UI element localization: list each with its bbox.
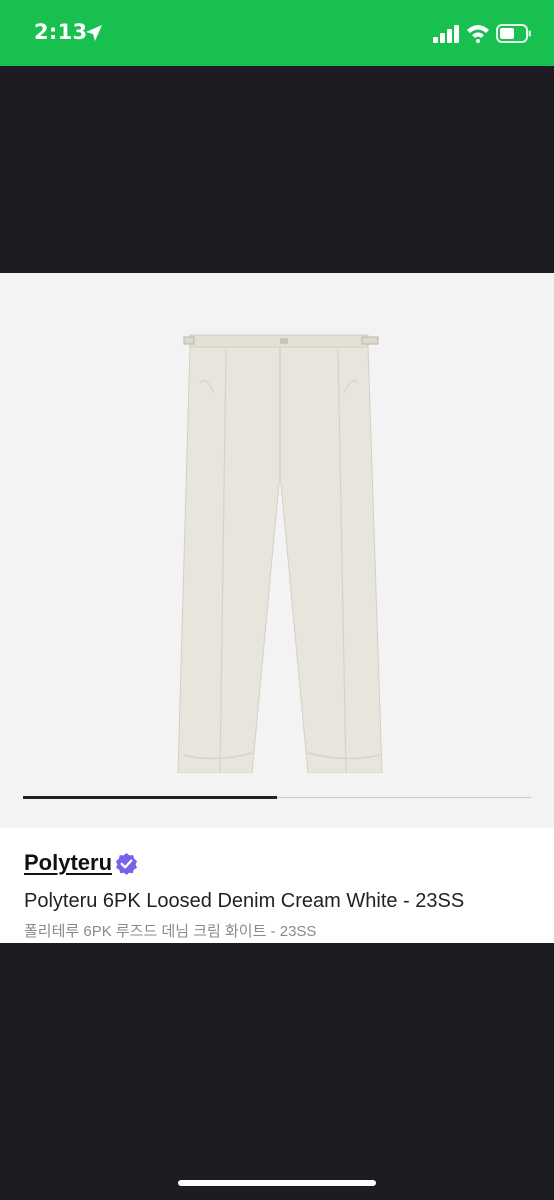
gallery-progress-indicator [23,796,277,799]
home-indicator[interactable] [178,1180,376,1186]
dark-backdrop-top [0,66,554,273]
cellular-signal-icon [433,25,459,43]
verified-badge-icon [115,852,138,875]
wifi-icon [467,25,489,43]
product-subtitle: 폴리테루 6PK 루즈드 데님 크림 화이트 - 23SS [24,923,317,940]
dark-backdrop-bottom [0,943,554,1200]
product-photo [177,334,383,773]
status-time: 2:13 [34,20,88,44]
brand-name-link[interactable]: Polyteru [24,850,112,876]
status-bar: 2:13 [0,0,554,66]
product-title: Polyteru 6PK Loosed Denim Cream White - … [24,890,465,912]
battery-icon [496,24,531,43]
product-image-gallery[interactable] [0,273,554,828]
product-info: Polyteru Polyteru 6PK Loosed Denim Cream… [0,828,554,943]
location-arrow-icon [86,25,102,41]
brand-row[interactable]: Polyteru [24,850,138,876]
